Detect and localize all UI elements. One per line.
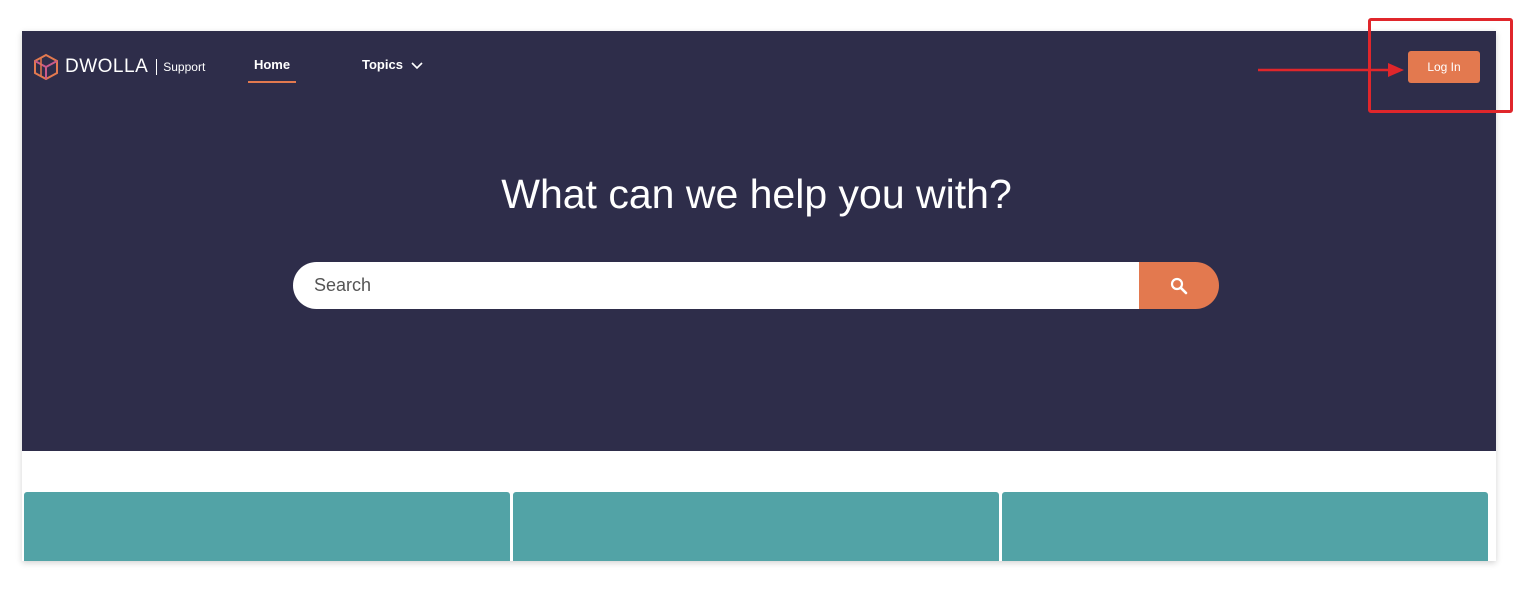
topic-card[interactable] xyxy=(1002,492,1488,561)
nav-topics-dropdown[interactable]: Topics xyxy=(362,57,423,77)
browser-viewport: DWOLLA Support Home Topics Log In What c… xyxy=(22,31,1496,561)
topic-cards xyxy=(24,492,1489,561)
search-bar xyxy=(293,262,1219,309)
search-input[interactable] xyxy=(293,262,1139,309)
hero-section: DWOLLA Support Home Topics Log In What c… xyxy=(22,31,1496,451)
topic-card[interactable] xyxy=(513,492,999,561)
brand-name: DWOLLA xyxy=(65,56,149,77)
search-button[interactable] xyxy=(1139,262,1219,309)
dwolla-logo-icon xyxy=(34,53,58,81)
brand-divider xyxy=(156,59,158,75)
nav-home-active-indicator xyxy=(248,81,296,83)
nav-home-label: Home xyxy=(253,57,291,72)
nav-home[interactable]: Home xyxy=(248,57,296,85)
annotation-arrow-icon xyxy=(1258,63,1404,77)
brand[interactable]: DWOLLA Support xyxy=(33,53,205,81)
hero-headline: What can we help you with? xyxy=(501,171,1012,217)
nav-topics-label: Topics xyxy=(362,57,403,72)
chevron-down-icon xyxy=(411,62,423,70)
topic-card[interactable] xyxy=(24,492,510,561)
search-icon xyxy=(1170,277,1188,294)
brand-suffix: Support xyxy=(163,60,206,74)
